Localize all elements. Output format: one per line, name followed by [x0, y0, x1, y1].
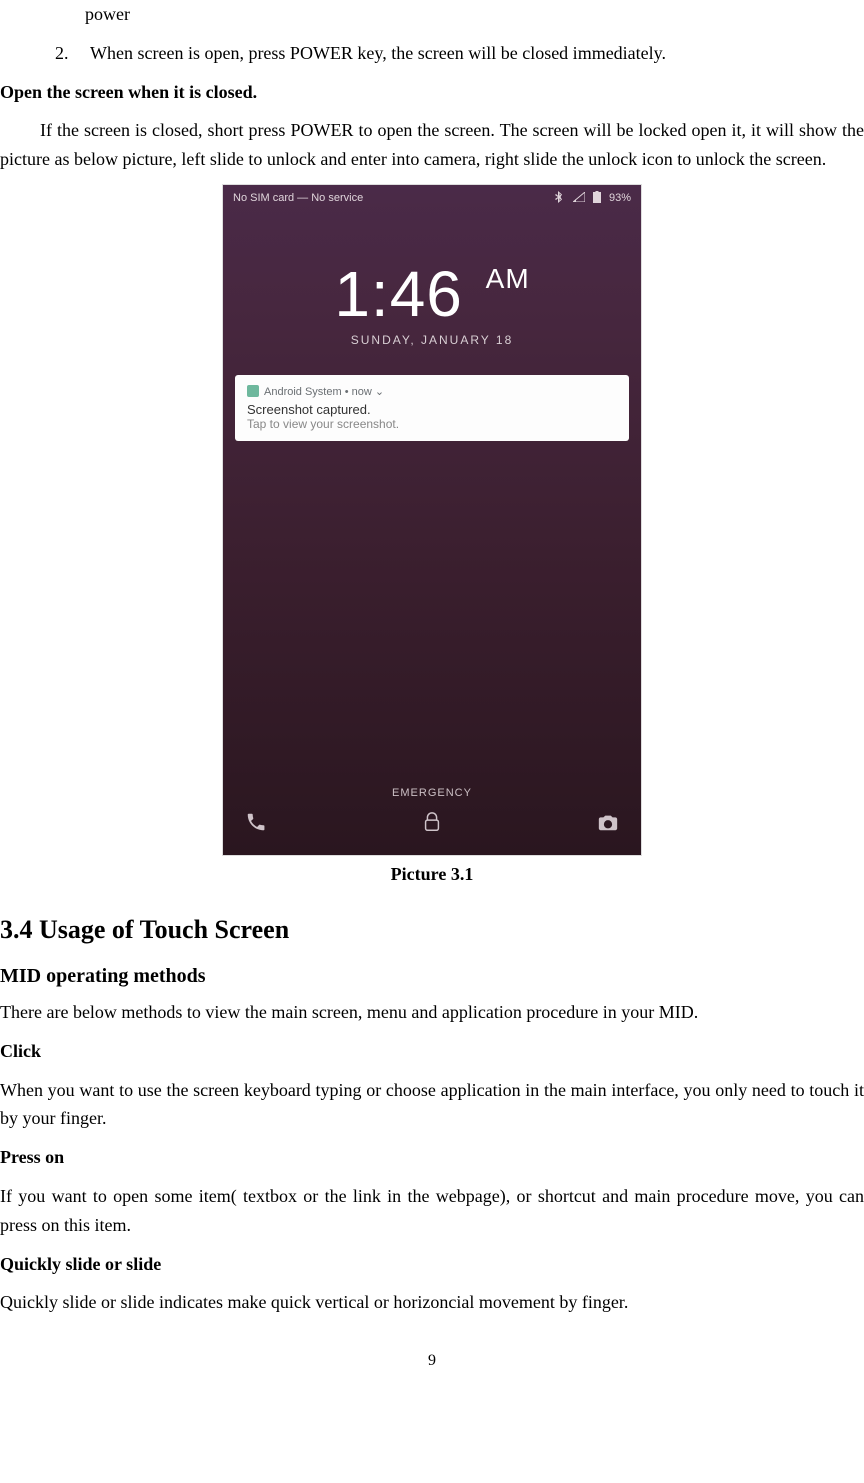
phone-icon[interactable]	[245, 811, 267, 833]
fragment-power: power	[85, 0, 864, 29]
bluetooth-icon	[555, 191, 565, 206]
lock-icon[interactable]	[421, 811, 443, 833]
heading-click: Click	[0, 1037, 864, 1066]
phone-screen: No SIM card — No service 93% 1:46	[223, 185, 641, 855]
lockscreen-date: SUNDAY, JANUARY 18	[223, 333, 641, 347]
list-number: 2.	[55, 39, 90, 68]
notification-source: Android System • now ⌄	[264, 385, 384, 398]
notification-header: Android System • now ⌄	[247, 385, 617, 398]
notification-title: Screenshot captured.	[247, 402, 617, 417]
section-heading-3-4: 3.4 Usage of Touch Screen	[0, 915, 864, 945]
notification-card[interactable]: Android System • now ⌄ Screenshot captur…	[235, 375, 629, 441]
figure-caption: Picture 3.1	[0, 864, 864, 885]
statusbar: No SIM card — No service 93%	[223, 185, 641, 212]
para-click: When you want to use the screen keyboard…	[0, 1076, 864, 1134]
status-sim-text: No SIM card — No service	[233, 192, 363, 204]
para-press-on: If you want to open some item( textbox o…	[0, 1182, 864, 1240]
signal-icon	[573, 192, 585, 205]
battery-icon	[593, 191, 601, 206]
android-system-icon	[247, 385, 259, 397]
notification-body: Tap to view your screenshot.	[247, 417, 617, 431]
time-value: 1:46	[334, 258, 463, 330]
heading-open-screen: Open the screen when it is closed.	[0, 78, 864, 107]
list-text: When screen is open, press POWER key, th…	[90, 39, 864, 68]
bottom-action-row	[223, 811, 641, 855]
figure-lockscreen: No SIM card — No service 93% 1:46	[222, 184, 642, 856]
battery-percent: 93%	[609, 192, 631, 204]
heading-press-on: Press on	[0, 1143, 864, 1172]
clock-block: 1:46 AM SUNDAY, JANUARY 18	[223, 257, 641, 347]
list-item-2: 2. When screen is open, press POWER key,…	[0, 39, 864, 68]
heading-slide: Quickly slide or slide	[0, 1250, 864, 1279]
status-right: 93%	[555, 191, 631, 206]
emergency-label[interactable]: EMERGENCY	[223, 787, 641, 799]
subheading-mid-methods: MID operating methods	[0, 965, 864, 988]
lockscreen-time: 1:46 AM	[223, 257, 641, 331]
time-ampm: AM	[486, 263, 530, 294]
para-open-screen: If the screen is closed, short press POW…	[0, 116, 864, 174]
para-slide: Quickly slide or slide indicates make qu…	[0, 1288, 864, 1317]
camera-icon[interactable]	[597, 811, 619, 833]
page-number: 9	[0, 1352, 864, 1370]
para-methods: There are below methods to view the main…	[0, 998, 864, 1027]
